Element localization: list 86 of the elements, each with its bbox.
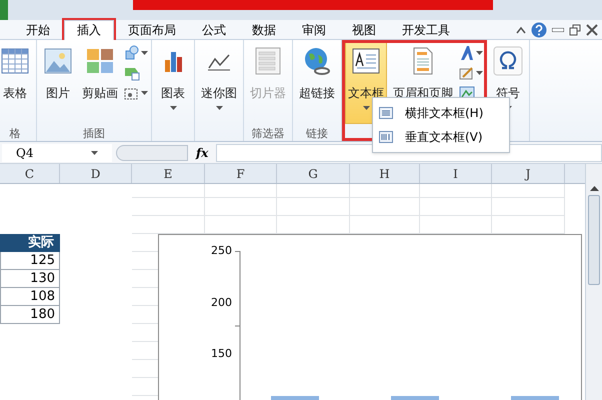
ribbon-tab[interactable]: 插入 (64, 20, 114, 40)
caret-icon (141, 50, 148, 54)
signature-line-icon (459, 64, 475, 80)
grid-cell[interactable] (205, 184, 277, 198)
caret-icon (91, 150, 98, 154)
ribbon-button[interactable]: 迷你图 (198, 42, 240, 124)
help-icon[interactable] (531, 22, 547, 38)
ribbon-button[interactable]: 剪贴画 (79, 42, 121, 124)
cell-reference: Q4 (16, 144, 34, 162)
menu-item[interactable]: 垂直文本框(V) (373, 125, 509, 149)
column-header[interactable]: D (60, 164, 132, 183)
axis-label: 200 (211, 296, 232, 309)
small-ribbon-button[interactable] (124, 44, 148, 61)
minimize-icon[interactable] (552, 28, 564, 32)
ribbon-button[interactable]: 图表 (155, 42, 191, 124)
column-header[interactable]: G (277, 164, 350, 183)
column-header[interactable]: C (0, 164, 60, 183)
grid-cell[interactable] (492, 184, 565, 198)
column-header[interactable]: F (205, 164, 277, 183)
ribbon-tab[interactable]: 数据 (240, 20, 288, 40)
grid-cell[interactable] (420, 184, 492, 198)
restore-icon[interactable] (569, 24, 581, 36)
chart-bar (271, 396, 319, 400)
ribbon-tab[interactable]: 视图 (340, 20, 388, 40)
ribbon-button[interactable]: 图片 (40, 42, 76, 124)
column-header[interactable]: J (492, 164, 565, 183)
ribbon-tab[interactable]: 开始 (14, 20, 62, 40)
shapes-icon (124, 44, 140, 60)
group-label: 格 (10, 126, 20, 142)
ribbon-button[interactable]: 超链接 (296, 42, 338, 124)
clip-art-icon (85, 46, 115, 76)
name-box[interactable]: Q4 (2, 144, 112, 162)
formula-bar-divider-knob (116, 144, 188, 160)
table-cell: 108 (0, 288, 60, 306)
table-cell: 125 (0, 252, 60, 270)
globe-link-icon (302, 46, 332, 76)
word-art-icon (459, 44, 475, 60)
column-header[interactable]: H (350, 164, 420, 183)
column-header[interactable]: I (420, 164, 492, 183)
grid-cell[interactable] (277, 184, 350, 198)
omega-icon (493, 46, 523, 76)
small-ribbon-button[interactable] (459, 44, 483, 61)
caret-icon (476, 70, 483, 74)
group-label: 链接 (306, 126, 328, 142)
horizontal-text-box-icon (379, 107, 393, 119)
chart-bar (511, 396, 559, 400)
axis-label: 150 (211, 348, 232, 360)
slicer-icon (253, 46, 283, 76)
text-box-icon (351, 46, 381, 76)
ribbon-tab[interactable]: 审阅 (290, 20, 338, 40)
axis-label: 250 (211, 245, 232, 257)
picture-icon (43, 46, 73, 76)
chart-area[interactable]: 250 200 150 (158, 234, 582, 400)
insert-function-button[interactable]: fx (192, 144, 212, 162)
caret-icon (476, 50, 483, 54)
group-label: 插图 (83, 126, 105, 142)
caret-icon (362, 106, 370, 110)
table-icon (0, 46, 30, 76)
ribbon-button[interactable]: 表格 (0, 42, 33, 124)
grid-cell[interactable] (277, 198, 350, 216)
grid-cell[interactable] (132, 184, 205, 198)
close-icon[interactable] (586, 24, 598, 36)
ribbon-tab[interactable]: 开发工具 (390, 20, 462, 40)
grid-cell[interactable] (350, 184, 420, 198)
vertical-scrollbar[interactable] (585, 164, 602, 400)
scrollbar-thumb[interactable] (588, 195, 600, 285)
grid-cell[interactable] (205, 198, 277, 216)
table-cell: 180 (0, 306, 60, 324)
grid-cell[interactable] (350, 198, 420, 216)
caret-icon (216, 106, 222, 110)
scroll-up-icon[interactable] (590, 186, 598, 191)
caret-icon (170, 106, 176, 110)
table-header-cell: 实际 (0, 234, 60, 252)
grid-cell[interactable] (492, 198, 565, 216)
column-header[interactable]: E (132, 164, 205, 183)
caret-icon (141, 90, 148, 94)
table-cell: 130 (0, 270, 60, 288)
vertical-text-box-icon (379, 131, 393, 143)
file-tab-edge (0, 0, 8, 20)
group-label: 筛选器 (252, 126, 284, 142)
ribbon-tab[interactable]: 页面布局 (116, 20, 188, 40)
ribbon-tab[interactable]: 公式 (190, 20, 238, 40)
chart-bar (391, 396, 439, 400)
collapse-ribbon-icon[interactable] (516, 26, 526, 34)
grid-cell[interactable] (420, 198, 492, 216)
grid-cell[interactable] (132, 198, 205, 216)
